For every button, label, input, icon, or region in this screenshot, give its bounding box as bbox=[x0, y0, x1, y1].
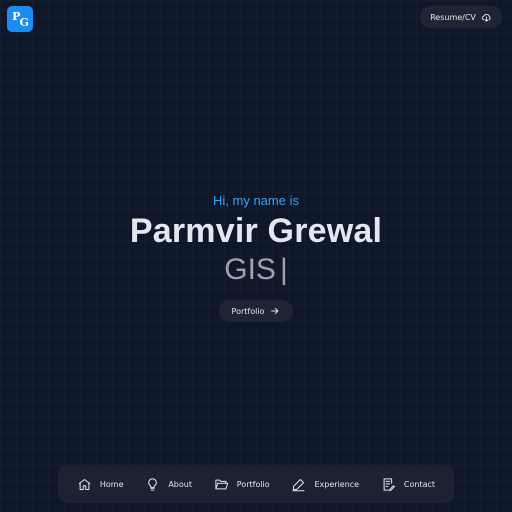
logo-monogram: PG bbox=[12, 11, 29, 28]
pencil-icon bbox=[292, 478, 306, 491]
greeting-text: Hi, my name is bbox=[213, 193, 299, 208]
nav-label-home: Home bbox=[99, 479, 124, 489]
resume-label: Resume/CV bbox=[430, 12, 476, 22]
nav-item-home[interactable]: Home bbox=[77, 477, 124, 492]
typing-cursor: | bbox=[279, 253, 288, 286]
contact-form-icon bbox=[383, 477, 395, 491]
nav-item-experience[interactable]: Experience bbox=[291, 477, 359, 492]
arrow-right-icon bbox=[271, 308, 279, 314]
hero-name: Parmvir Grewal bbox=[129, 212, 383, 250]
nav-label-contact: Contact bbox=[403, 479, 436, 489]
nav-item-contact[interactable]: Contact bbox=[381, 477, 435, 492]
portfolio-button-label: Portfolio bbox=[231, 306, 265, 316]
lightbulb-icon bbox=[148, 477, 158, 491]
folder-open-icon bbox=[215, 479, 229, 489]
nav-item-portfolio[interactable]: Portfolio bbox=[214, 477, 270, 492]
hero-role: GIS | bbox=[0, 253, 512, 287]
cloud-download-icon bbox=[481, 13, 491, 22]
home-icon bbox=[78, 478, 91, 490]
page: PG Resume/CV Hi, my name is Parmvir Grew… bbox=[0, 0, 512, 512]
portfolio-button[interactable]: Portfolio bbox=[219, 300, 293, 322]
nav-label-about: About bbox=[168, 479, 192, 489]
nav-label-experience: Experience bbox=[314, 479, 360, 489]
nav-item-about[interactable]: About bbox=[145, 477, 192, 492]
role-text: GIS bbox=[224, 253, 276, 286]
resume-button[interactable]: Resume/CV bbox=[420, 6, 502, 28]
nav-label-portfolio: Portfolio bbox=[236, 479, 270, 489]
site-logo[interactable]: PG bbox=[7, 6, 33, 32]
logo-letter-g: G bbox=[19, 15, 28, 29]
bottom-nav: Home About Portfolio Experience Contact bbox=[58, 465, 454, 503]
